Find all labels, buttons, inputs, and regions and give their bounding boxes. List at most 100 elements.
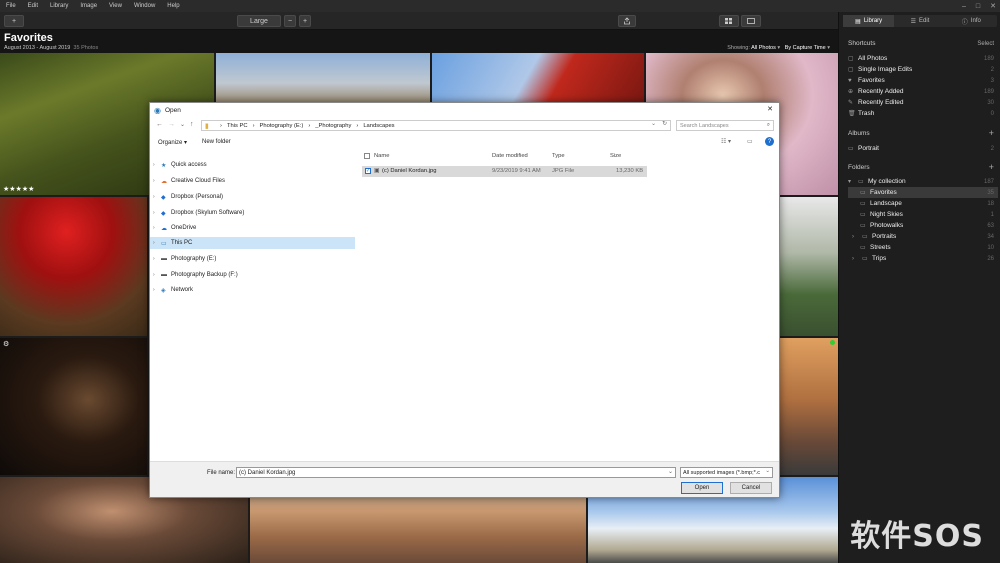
folder-night-skies[interactable]: ▭ Night Skies 1 xyxy=(848,209,998,220)
shortcut-all-photos[interactable]: ▢ All Photos 189 xyxy=(848,53,998,64)
breadcrumb-photography-folder[interactable]: _Photography xyxy=(315,123,351,129)
nav-dropbox-personal[interactable]: › ◆ Dropbox (Personal) xyxy=(150,191,355,203)
photo-tile-man[interactable]: ⚙ xyxy=(0,338,147,475)
close-icon[interactable]: ✕ xyxy=(767,105,773,113)
nav-creative-cloud[interactable]: › ☁ Creative Cloud Files xyxy=(150,175,355,187)
preview-pane-icon[interactable]: ▭ xyxy=(747,138,753,145)
forward-arrow-icon[interactable]: → xyxy=(168,121,175,128)
breadcrumb-this-pc[interactable]: This PC xyxy=(227,123,248,129)
back-arrow-icon[interactable]: ← xyxy=(156,121,163,128)
chevron-right-icon: › xyxy=(153,240,155,246)
cancel-button[interactable]: Cancel xyxy=(730,482,772,494)
nav-onedrive[interactable]: › ☁ OneDrive xyxy=(150,222,355,234)
chevron-down-icon[interactable]: ⌄ xyxy=(668,468,673,475)
chevron-right-icon: › xyxy=(153,287,155,293)
menu-file[interactable]: File xyxy=(0,3,22,9)
menu-help[interactable]: Help xyxy=(161,3,185,9)
photo-tile-geisha[interactable] xyxy=(0,197,147,336)
column-header-type[interactable]: Type xyxy=(552,153,565,159)
photo-tile-temple[interactable] xyxy=(432,53,644,103)
help-icon[interactable]: ? xyxy=(765,137,774,146)
tab-edit[interactable]: ☰ Edit xyxy=(894,15,945,27)
folder-icon: ▭ xyxy=(858,179,864,185)
thumbnail-size-select[interactable]: Large xyxy=(237,15,281,27)
breadcrumb-photography-drive[interactable]: Photography (E:) xyxy=(260,123,304,129)
shortcut-recently-edited[interactable]: ✎ Recently Edited 30 xyxy=(848,97,998,108)
add-folder-button[interactable]: + xyxy=(989,162,994,172)
organize-button[interactable]: Organize ▾ xyxy=(158,139,187,146)
status-dot-icon xyxy=(830,340,835,345)
address-bar[interactable]: ▮ › This PC › Photography (E:) › _Photog… xyxy=(201,120,671,131)
menu-image[interactable]: Image xyxy=(74,3,103,9)
column-header-size[interactable]: Size xyxy=(610,153,621,159)
folder-favorites[interactable]: ▭ Favorites 35 xyxy=(848,187,998,198)
folder-portraits[interactable]: › ▭ Portraits 34 xyxy=(848,231,998,242)
nav-dropbox-skylum[interactable]: › ◆ Dropbox (Skylum Software) xyxy=(150,207,355,219)
photo-tile-building[interactable] xyxy=(216,53,430,103)
page-title: Favorites xyxy=(4,32,53,44)
tab-info[interactable]: ⓘ Info xyxy=(946,15,997,27)
menu-bar: File Edit Library Image View Window Help… xyxy=(0,0,1000,12)
filename-input[interactable]: (c) Daniel Kordan.jpg ⌄ xyxy=(236,467,676,478)
file-type-select[interactable]: All supported images (*.bmp;*.c ⌄ xyxy=(680,467,773,478)
nav-quick-access[interactable]: › ★ Quick access xyxy=(150,159,355,171)
minimize-button[interactable]: – xyxy=(962,3,966,10)
showing-filter-dropdown[interactable]: All Photos xyxy=(751,45,776,51)
file-row[interactable]: ✓ ▣ (c) Daniel Kordan.jpg 9/23/2019 9:41… xyxy=(362,166,647,177)
album-portrait[interactable]: ▭ Portrait 2 xyxy=(848,143,998,154)
new-folder-button[interactable]: New folder xyxy=(202,139,231,145)
image-edit-icon: ▢ xyxy=(848,67,854,73)
grid-view-icon[interactable] xyxy=(719,15,739,27)
refresh-icon[interactable]: ↻ xyxy=(662,121,667,127)
shortcut-trash[interactable]: 🗑 Trash 0 xyxy=(848,108,998,119)
add-photos-button[interactable]: + xyxy=(4,15,24,27)
row-checkbox[interactable]: ✓ xyxy=(365,168,371,174)
photo-tile-tree[interactable] xyxy=(780,197,838,336)
folder-my-collection[interactable]: ▾ ▭ My collection 187 xyxy=(848,176,998,187)
tab-library[interactable]: ▤ Library xyxy=(843,15,895,27)
nav-network[interactable]: › ◈ Network xyxy=(150,284,355,296)
menu-library[interactable]: Library xyxy=(44,3,74,9)
column-header-name[interactable]: Name xyxy=(374,153,389,159)
open-file-dialog: ◉ Open ✕ ← → ⌄ ↑ ▮ › This PC › Photograp… xyxy=(149,102,780,498)
folder-streets[interactable]: ▭ Streets 10 xyxy=(848,242,998,253)
command-bar: Organize ▾ New folder ☷ ▾ ▭ ? xyxy=(150,135,779,149)
chevron-right-icon: › xyxy=(153,256,155,262)
folder-photowalks[interactable]: ▭ Photowalks 63 xyxy=(848,220,998,231)
folder-landscape[interactable]: ▭ Landscape 18 xyxy=(848,198,998,209)
zoom-out-button[interactable]: − xyxy=(284,15,296,27)
nav-photography-backup[interactable]: › ▬ Photography Backup (F:) xyxy=(150,269,355,281)
share-icon[interactable] xyxy=(618,15,636,27)
recent-chevron-icon[interactable]: ⌄ xyxy=(180,121,185,128)
single-view-icon[interactable] xyxy=(741,15,761,27)
select-button[interactable]: Select xyxy=(977,41,994,47)
photo-tile-street[interactable] xyxy=(780,338,838,475)
close-window-button[interactable]: ✕ xyxy=(990,2,996,10)
nav-photography-drive[interactable]: › ▬ Photography (E:) xyxy=(150,253,355,265)
nav-this-pc[interactable]: › ▭ This PC xyxy=(150,237,355,249)
showing-label: Showing: xyxy=(727,45,750,51)
sort-dropdown[interactable]: By Capture Time xyxy=(785,45,826,51)
select-all-checkbox[interactable] xyxy=(364,153,370,159)
breadcrumb-landscapes[interactable]: Landscapes xyxy=(363,123,394,129)
view-options-icon[interactable]: ☷ ▾ xyxy=(721,138,731,145)
zoom-in-button[interactable]: + xyxy=(299,15,311,27)
address-dropdown-icon[interactable]: ⌄ xyxy=(651,121,656,127)
shortcut-favorites[interactable]: ♥ Favorites 3 xyxy=(848,75,998,86)
up-arrow-icon[interactable]: ↑ xyxy=(190,121,194,128)
maximize-button[interactable]: □ xyxy=(976,3,980,10)
search-input[interactable]: Search Landscapes ⌕ xyxy=(676,120,774,131)
chevron-right-icon: › xyxy=(153,272,155,278)
gallery-subtitle: August 2013 - August 2019 35 Photos xyxy=(4,45,98,51)
folder-trips[interactable]: › ▭ Trips 26 xyxy=(848,253,998,264)
app-icon: ◉ xyxy=(154,105,161,115)
shortcut-recently-added[interactable]: ⊕ Recently Added 189 xyxy=(848,86,998,97)
menu-edit[interactable]: Edit xyxy=(22,3,44,9)
add-album-button[interactable]: + xyxy=(989,128,994,138)
open-button[interactable]: Open xyxy=(681,482,723,494)
shortcut-single-image-edits[interactable]: ▢ Single Image Edits 2 xyxy=(848,64,998,75)
dialog-titlebar: ◉ Open ✕ xyxy=(150,103,779,117)
menu-view[interactable]: View xyxy=(103,3,128,9)
menu-window[interactable]: Window xyxy=(128,3,161,9)
column-header-date[interactable]: Date modified xyxy=(492,153,528,159)
